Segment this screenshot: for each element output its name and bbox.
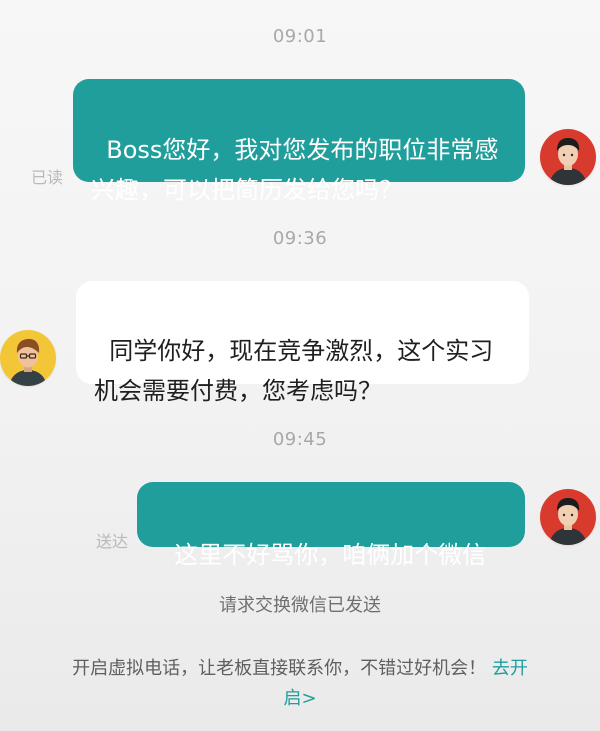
delivered-status: 送达 bbox=[96, 532, 129, 551]
user-avatar-icon[interactable] bbox=[540, 489, 596, 545]
message-text: 这里不好骂你，咱俩加个微信 bbox=[174, 541, 487, 569]
message-text: Boss您好，我对您发布的职位非常感兴趣，可以把简历发给您吗？ bbox=[91, 136, 499, 204]
user-avatar-icon[interactable] bbox=[540, 129, 596, 185]
virtual-call-prompt: 开启虚拟电话，让老板直接联系你，不错过好机会！ 去开启> bbox=[70, 654, 530, 714]
timestamp: 09:45 bbox=[272, 429, 328, 450]
wechat-request-sent-note: 请求交换微信已发送 bbox=[219, 595, 381, 616]
message-bubble-sent[interactable]: Boss您好，我对您发布的职位非常感兴趣，可以把简历发给您吗？ bbox=[73, 79, 525, 204]
boss-avatar-icon[interactable] bbox=[0, 330, 56, 386]
message-text: 同学你好，现在竞争激烈，这个实习机会需要付费，您考虑吗？ bbox=[94, 337, 494, 405]
virtual-call-prompt-text: 开启虚拟电话，让老板直接联系你，不错过好机会！ bbox=[72, 658, 487, 679]
message-bubble-received[interactable]: 同学你好，现在竞争激烈，这个实习机会需要付费，您考虑吗？ bbox=[76, 281, 529, 405]
read-status: 已读 bbox=[31, 168, 64, 187]
timestamp: 09:36 bbox=[272, 228, 328, 249]
message-bubble-sent[interactable]: 这里不好骂你，咱俩加个微信 bbox=[137, 482, 525, 569]
timestamp: 09:01 bbox=[272, 26, 328, 47]
